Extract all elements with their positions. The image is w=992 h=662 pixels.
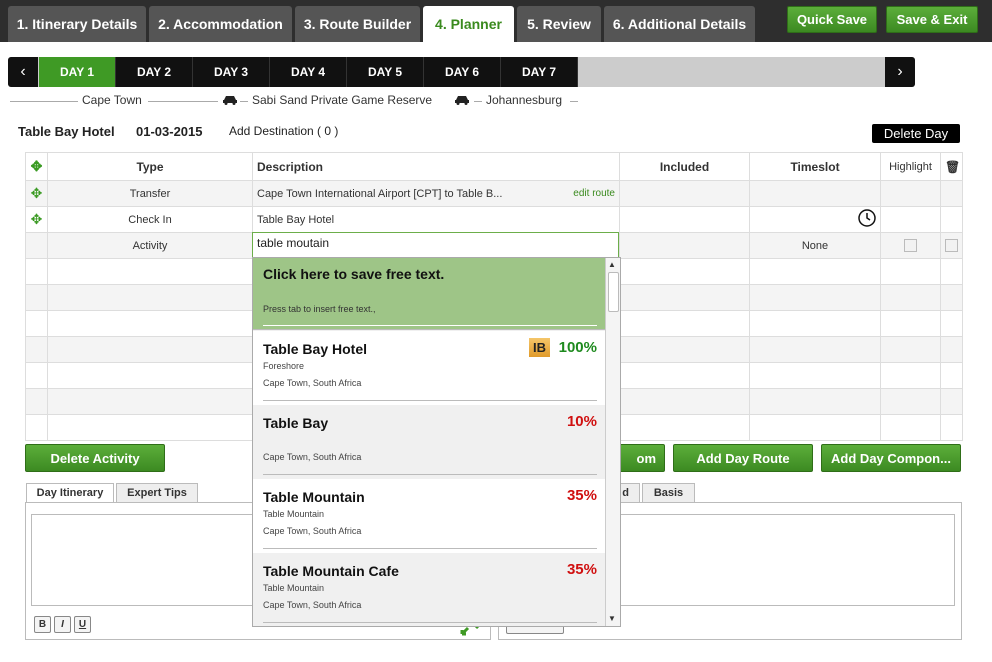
car-icon bbox=[455, 96, 469, 105]
row-type: Check In bbox=[47, 206, 253, 233]
clock-icon[interactable] bbox=[858, 209, 876, 227]
route-stop-sabi-sand[interactable]: Sabi Sand Private Game Reserve bbox=[252, 93, 432, 111]
item-name: Table Mountain Cafe bbox=[263, 563, 399, 579]
item-line2: Cape Town, South Africa bbox=[263, 526, 362, 536]
route-line bbox=[474, 101, 482, 102]
day-tab-1[interactable]: DAY 1 bbox=[39, 57, 116, 87]
save-exit-button[interactable]: Save & Exit bbox=[886, 6, 978, 33]
col-timeslot: Timeslot bbox=[749, 152, 881, 181]
row-type: Activity bbox=[47, 232, 253, 259]
item-line2: Cape Town, South Africa bbox=[263, 600, 362, 610]
scroll-down-icon[interactable]: ▼ bbox=[608, 614, 616, 623]
day-tab-4[interactable]: DAY 4 bbox=[270, 57, 347, 87]
row-type: Transfer bbox=[47, 180, 253, 207]
bold-button[interactable]: B bbox=[34, 616, 51, 633]
col-highlight: Highlight bbox=[880, 152, 941, 181]
tab-day-itinerary[interactable]: Day Itinerary bbox=[26, 483, 114, 503]
car-icon bbox=[223, 96, 237, 105]
free-text-title: Click here to save free text. bbox=[263, 266, 445, 282]
move-icon[interactable]: ✥ bbox=[31, 185, 43, 201]
item-line1: Table Mountain bbox=[263, 583, 325, 593]
row-description[interactable]: Table Bay Hotel bbox=[252, 206, 620, 233]
item-name: Table Mountain bbox=[263, 489, 365, 505]
route-line bbox=[240, 101, 248, 102]
italic-button[interactable]: I bbox=[54, 616, 71, 633]
row-description[interactable]: Cape Town International Airport [CPT] to… bbox=[257, 188, 502, 200]
dropdown-item[interactable]: Table Mountain Cafe 35% Table Mountain C… bbox=[253, 553, 605, 626]
item-line1: Table Mountain bbox=[263, 509, 325, 519]
day-bar: ‹ DAY 1 DAY 2 DAY 3 DAY 4 DAY 5 DAY 6 DA… bbox=[8, 57, 915, 87]
item-line1: Foreshore bbox=[263, 361, 305, 371]
scroll-thumb[interactable] bbox=[608, 272, 619, 312]
dropdown-item[interactable]: Table Bay Hotel IB 100% Foreshore Cape T… bbox=[253, 331, 605, 405]
item-name: Table Bay Hotel bbox=[263, 341, 367, 357]
route-line bbox=[10, 101, 78, 102]
day-prev-button[interactable]: ‹ bbox=[8, 57, 38, 87]
add-destination-link[interactable]: Add Destination ( 0 ) bbox=[229, 124, 338, 138]
match-percent: 100% bbox=[558, 339, 597, 356]
route-line bbox=[148, 101, 218, 102]
match-percent: 35% bbox=[566, 561, 597, 578]
item-line2: Cape Town, South Africa bbox=[263, 452, 362, 462]
row-timeslot[interactable]: None bbox=[749, 232, 881, 259]
day-tab-6[interactable]: DAY 6 bbox=[424, 57, 501, 87]
route-stop-cape-town[interactable]: Cape Town bbox=[82, 93, 142, 111]
move-icon[interactable]: ✥ bbox=[31, 211, 43, 227]
drag-header: ✥ bbox=[25, 152, 48, 181]
highlight-checkbox[interactable] bbox=[904, 239, 917, 252]
tab-review[interactable]: 5. Review bbox=[517, 6, 601, 42]
col-included: Included bbox=[619, 152, 750, 181]
col-description: Description bbox=[252, 152, 620, 181]
save-free-text-option[interactable]: Click here to save free text. Press tab … bbox=[253, 258, 605, 330]
dropdown-item[interactable]: Table Mountain 35% Table Mountain Cape T… bbox=[253, 479, 605, 553]
day-next-button[interactable]: › bbox=[885, 57, 915, 87]
day-tab-5[interactable]: DAY 5 bbox=[347, 57, 424, 87]
item-line2: Cape Town, South Africa bbox=[263, 378, 362, 388]
match-percent: 10% bbox=[566, 413, 597, 430]
delete-checkbox[interactable] bbox=[945, 239, 958, 252]
tab-accommodation[interactable]: 2. Accommodation bbox=[149, 6, 292, 42]
quick-save-button[interactable]: Quick Save bbox=[787, 6, 877, 33]
move-icon: ✥ bbox=[30, 158, 43, 174]
trash-icon[interactable]: 🗑 bbox=[940, 152, 963, 181]
tab-planner[interactable]: 4. Planner bbox=[423, 6, 514, 42]
tab-route-builder[interactable]: 3. Route Builder bbox=[295, 6, 420, 42]
table-row: ✥ Transfer Cape Town International Airpo… bbox=[25, 180, 963, 207]
dropdown-scrollbar[interactable]: ▲ ▼ bbox=[605, 258, 620, 626]
edit-route-link[interactable]: edit route bbox=[573, 188, 615, 199]
tab-expert-tips[interactable]: Expert Tips bbox=[116, 483, 198, 503]
add-day-route-button[interactable]: Add Day Route bbox=[673, 444, 813, 472]
description-input[interactable]: table moutain bbox=[252, 232, 619, 258]
ib-badge: IB bbox=[529, 338, 550, 357]
delete-day-button[interactable]: Delete Day bbox=[872, 124, 960, 143]
free-text-hint: Press tab to insert free text., bbox=[263, 304, 376, 314]
tab-additional-details[interactable]: 6. Additional Details bbox=[604, 6, 755, 42]
day-tab-3[interactable]: DAY 3 bbox=[193, 57, 270, 87]
col-type: Type bbox=[47, 152, 253, 181]
underline-button[interactable]: U bbox=[74, 616, 91, 633]
scroll-up-icon[interactable]: ▲ bbox=[608, 260, 616, 269]
day-hotel-title: Table Bay Hotel bbox=[18, 124, 115, 139]
route-stop-johannesburg[interactable]: Johannesburg bbox=[486, 93, 562, 111]
item-name: Table Bay bbox=[263, 415, 329, 431]
tab-itinerary-details[interactable]: 1. Itinerary Details bbox=[8, 6, 146, 42]
tab-basis[interactable]: Basis bbox=[642, 483, 695, 503]
day-tab-2[interactable]: DAY 2 bbox=[116, 57, 193, 87]
autocomplete-dropdown: Click here to save free text. Press tab … bbox=[252, 257, 621, 627]
table-row: ✥ Check In Table Bay Hotel bbox=[25, 206, 963, 233]
route-line bbox=[570, 101, 578, 102]
dropdown-item[interactable]: Table Bay 10% Cape Town, South Africa bbox=[253, 405, 605, 479]
delete-activity-button[interactable]: Delete Activity bbox=[25, 444, 165, 472]
add-day-component-button[interactable]: Add Day Compon... bbox=[821, 444, 961, 472]
day-tab-7[interactable]: DAY 7 bbox=[501, 57, 578, 87]
match-percent: 35% bbox=[566, 487, 597, 504]
day-date: 01-03-2015 bbox=[136, 124, 203, 139]
